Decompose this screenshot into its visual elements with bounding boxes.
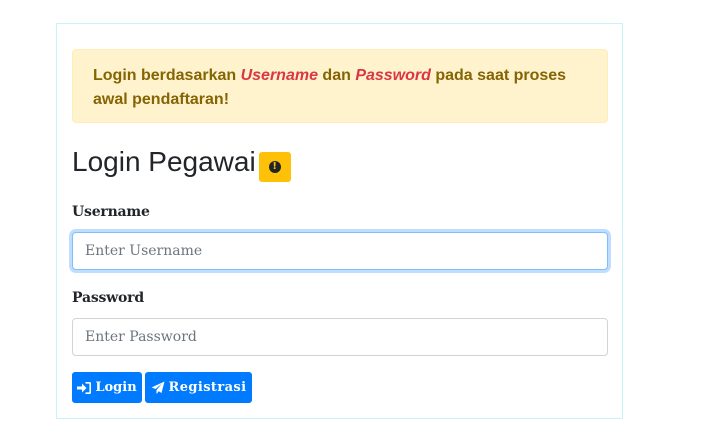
login-info-alert: Login berdasarkan Username dan Password …	[72, 49, 608, 123]
exclamation-circle-icon: !	[268, 161, 281, 173]
username-label: Username	[72, 204, 150, 220]
title-row: Login Pegawai !	[72, 142, 291, 186]
username-input[interactable]	[72, 232, 608, 270]
sign-in-icon	[77, 381, 92, 394]
login-button[interactable]: Login	[72, 372, 142, 403]
page-title: Login Pegawai	[72, 146, 256, 177]
login-button-label: Login	[95, 380, 137, 395]
alert-username-emphasis: Username	[240, 67, 318, 84]
paper-plane-icon	[151, 381, 165, 395]
register-button[interactable]: Registrasi	[145, 372, 252, 403]
password-label: Password	[72, 290, 144, 306]
alert-text-part2: dan	[317, 67, 356, 84]
password-input[interactable]	[72, 318, 608, 356]
login-card: Login berdasarkan Username dan Password …	[56, 23, 623, 419]
alert-text-part1: Login berdasarkan	[93, 67, 241, 84]
alert-password-emphasis: Password	[355, 67, 431, 84]
info-badge-button[interactable]: !	[258, 152, 291, 182]
register-button-label: Registrasi	[168, 380, 247, 395]
